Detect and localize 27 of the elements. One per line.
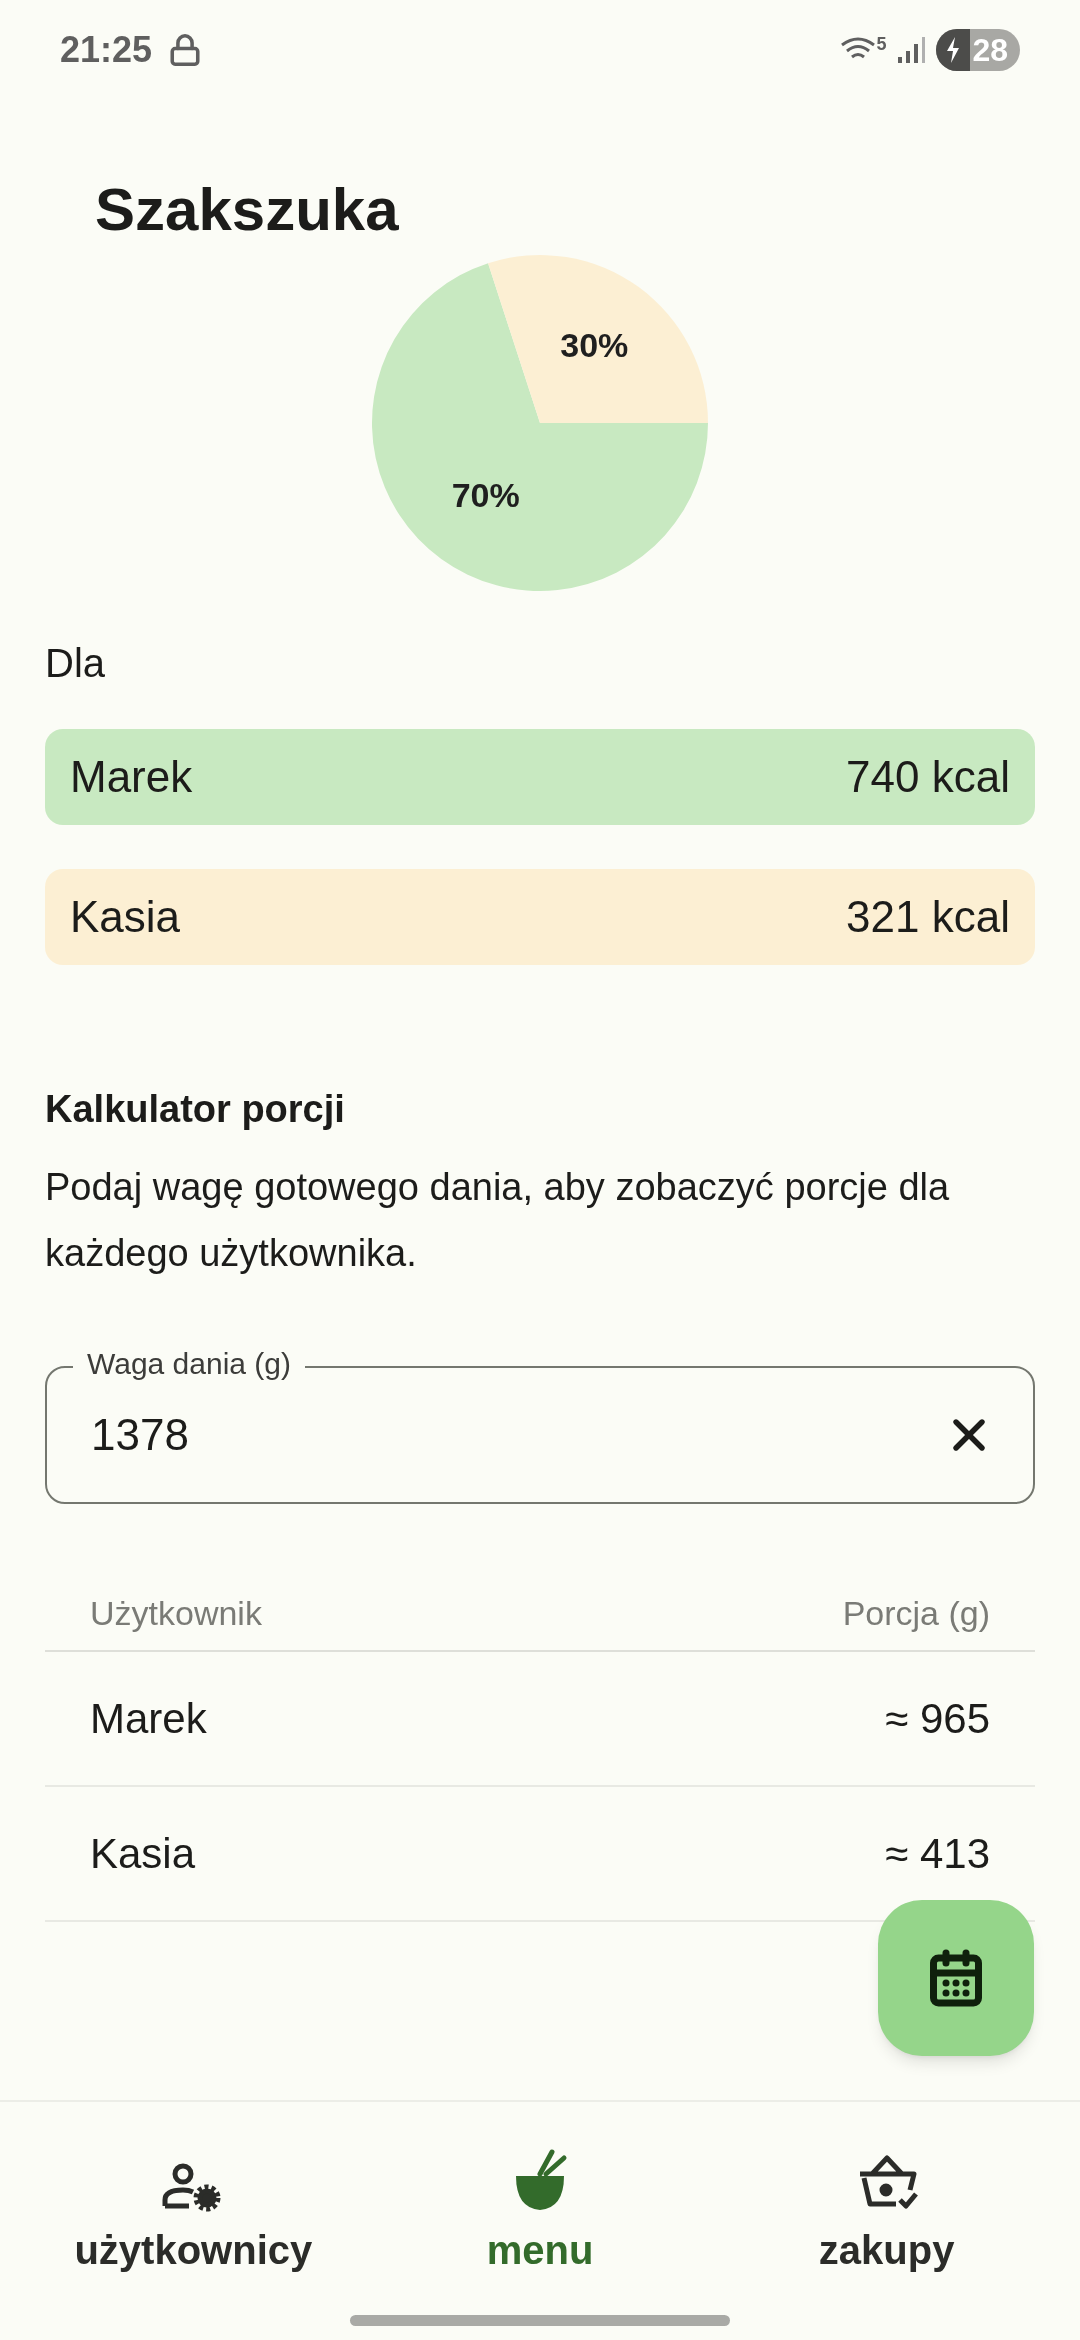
section-title: Kalkulator porcji [45, 1087, 346, 1132]
calendar-fab[interactable] [878, 1900, 1034, 2056]
signal-icon [896, 35, 927, 65]
for-label: Dla [45, 640, 107, 687]
network-label: 5 [876, 35, 887, 53]
slice-label: 30% [560, 326, 629, 365]
charging-icon [945, 37, 962, 63]
field-value: 1378 [91, 1409, 189, 1461]
battery-level: 28 [971, 31, 1009, 70]
column-header: Użytkownik [90, 1592, 262, 1634]
status-time: 21:25 [60, 28, 153, 72]
nav-tab[interactable]: użytkownicy [43, 2142, 344, 2280]
table-cell-text: Kasia [90, 1829, 196, 1879]
table-cell-text: Marek [90, 1694, 207, 1744]
table-cell-text: ≈ 965 [885, 1694, 990, 1744]
description-text: Podaj wagę gotowego dania, aby zobaczyć porcje dla każdego użytkownika. [45, 1165, 951, 1276]
user-name: Marek [70, 751, 193, 803]
user-name: Kasia [70, 891, 181, 943]
nav-tab[interactable]: menu [390, 2142, 690, 2280]
recipe-title: Szakszuka [95, 175, 400, 245]
slice-label: 70% [451, 475, 520, 514]
calorie-value: 321 kcal [846, 891, 1010, 943]
table-cell-text: ≈ 413 [885, 1829, 990, 1879]
column-header: Porcja (g) [842, 1592, 990, 1634]
lock-icon [168, 33, 203, 67]
nav-tab[interactable]: zakupy [736, 2142, 1037, 2280]
calorie-value: 740 kcal [846, 751, 1010, 803]
